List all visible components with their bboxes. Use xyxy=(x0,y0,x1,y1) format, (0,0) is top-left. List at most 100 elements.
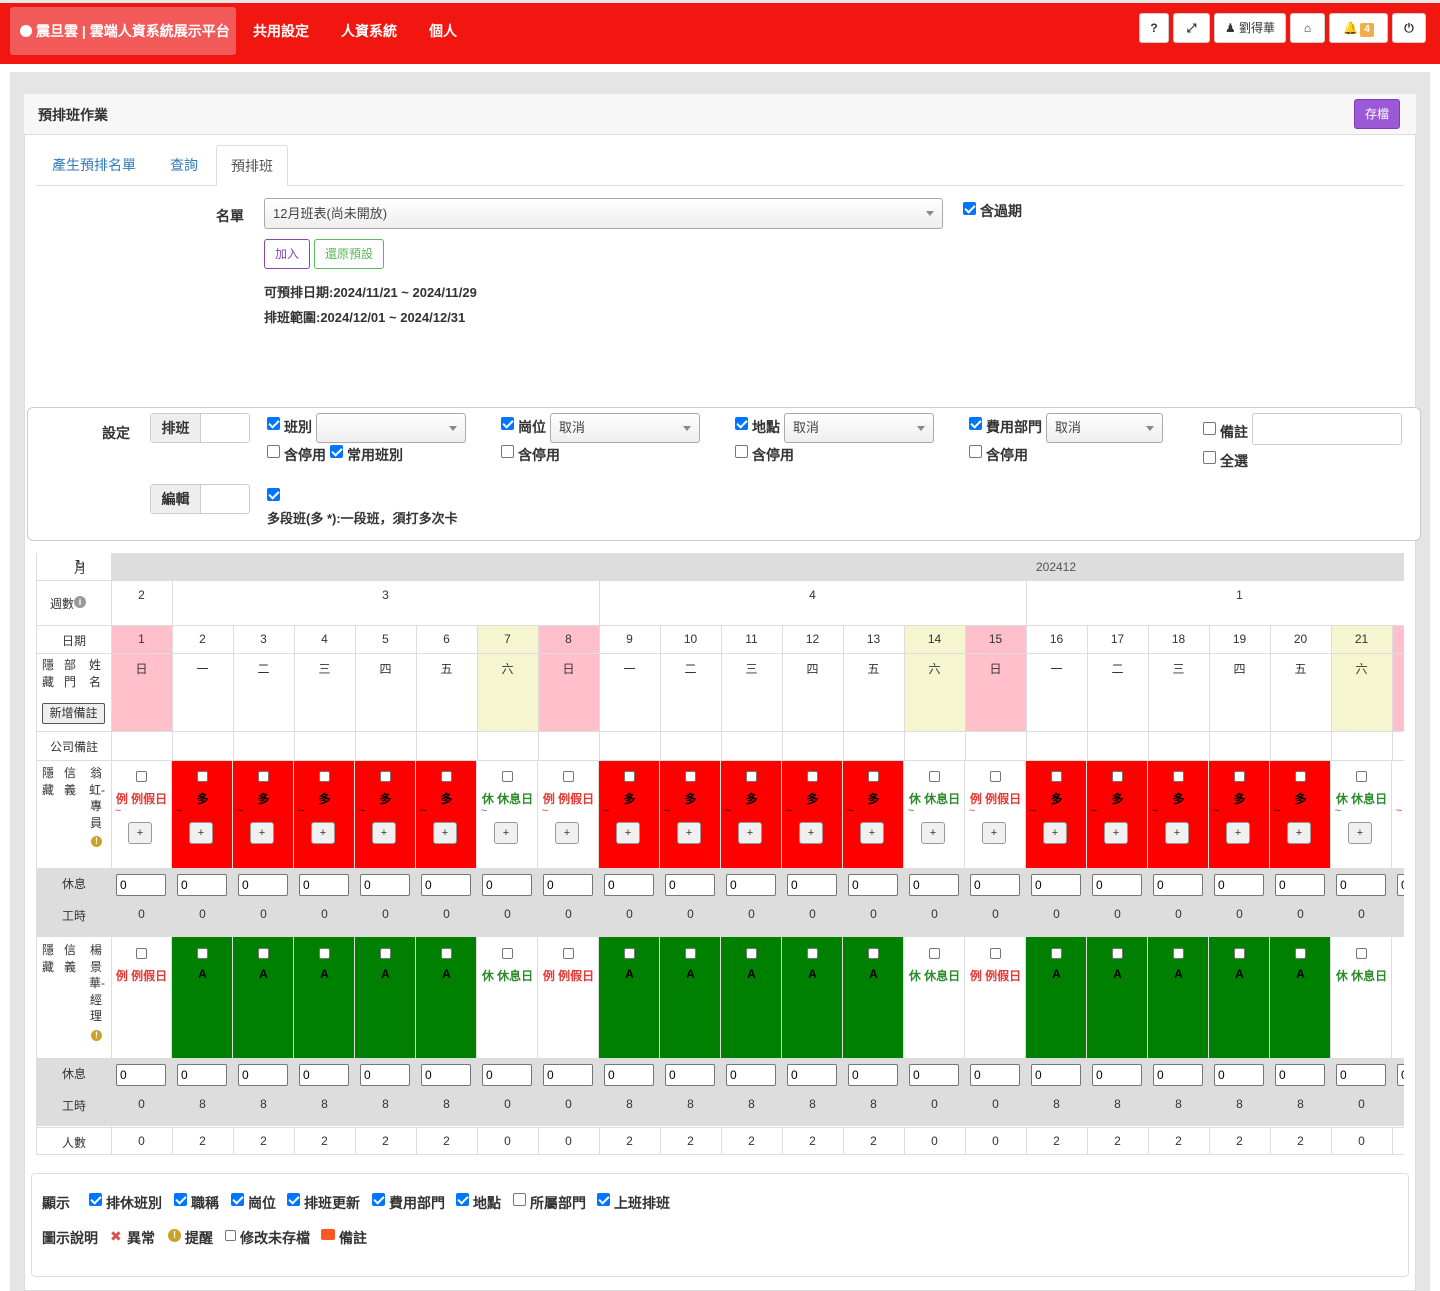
rest-input[interactable]: 0 xyxy=(238,1064,288,1086)
rest-input[interactable]: 0 xyxy=(909,874,959,896)
rest-input[interactable]: 0 xyxy=(116,1064,166,1086)
location-select[interactable]: 取消 xyxy=(784,413,934,443)
note-input[interactable] xyxy=(1252,413,1402,445)
tab-query[interactable]: 查詢 xyxy=(156,145,212,186)
rest-input[interactable]: 0 xyxy=(177,1064,227,1086)
rest-input[interactable]: 0 xyxy=(299,874,349,896)
shift-checkbox[interactable] xyxy=(807,948,818,959)
shift-checkbox[interactable] xyxy=(990,771,1001,782)
shift-checkbox[interactable] xyxy=(929,771,940,782)
shift-checkbox[interactable] xyxy=(1173,771,1184,782)
add-shift-button[interactable]: + xyxy=(921,822,945,844)
add-button[interactable]: 加入 xyxy=(264,239,310,269)
shift-checkbox[interactable] xyxy=(319,948,330,959)
shift-checkbox[interactable] xyxy=(868,948,879,959)
add-shift-button[interactable]: + xyxy=(311,822,335,844)
display-option-checkbox[interactable] xyxy=(456,1193,469,1206)
shift-checkbox[interactable] xyxy=(563,771,574,782)
select-all-checkbox[interactable] xyxy=(1203,451,1216,464)
add-shift-button[interactable]: + xyxy=(250,822,274,844)
rest-input[interactable]: 0 xyxy=(482,874,532,896)
display-option-checkbox[interactable] xyxy=(287,1193,300,1206)
rest-input[interactable]: 0 xyxy=(1153,1064,1203,1086)
shift-checkbox[interactable] xyxy=(258,948,269,959)
common-shift-checkbox[interactable] xyxy=(330,445,343,458)
rest-input[interactable]: 0 xyxy=(299,1064,349,1086)
add-shift-button[interactable]: + xyxy=(982,822,1006,844)
shift-checkbox[interactable] xyxy=(624,771,635,782)
display-option-checkbox[interactable] xyxy=(89,1193,102,1206)
rest-input[interactable]: 0 xyxy=(421,1064,471,1086)
rest-input[interactable]: 0 xyxy=(604,874,654,896)
include-expired-checkbox[interactable] xyxy=(963,202,976,215)
list-select[interactable]: 12月班表(尚未開放) xyxy=(264,198,943,229)
shift-checkbox[interactable] xyxy=(1112,948,1123,959)
rest-input[interactable]: 0 xyxy=(116,874,166,896)
shift-checkbox[interactable] xyxy=(197,771,208,782)
nav-hr-system[interactable]: 人資系統 xyxy=(341,7,397,55)
rest-input[interactable]: 0 xyxy=(848,874,898,896)
display-option-checkbox[interactable] xyxy=(174,1193,187,1206)
reset-default-button[interactable]: 還原預設 xyxy=(314,239,384,269)
shift-checkbox[interactable] xyxy=(868,771,879,782)
shift-checkbox[interactable] xyxy=(1173,948,1184,959)
shift-checkbox[interactable] xyxy=(1051,771,1062,782)
rest-input[interactable]: 0 xyxy=(787,874,837,896)
add-shift-button[interactable]: + xyxy=(433,822,457,844)
rest-input[interactable]: 0 xyxy=(360,874,410,896)
rest-input[interactable]: 0 xyxy=(970,874,1020,896)
location-checkbox[interactable] xyxy=(735,417,748,430)
shift-checkbox[interactable] xyxy=(502,771,513,782)
rest-input[interactable]: 0 xyxy=(421,874,471,896)
position-select[interactable]: 取消 xyxy=(550,413,700,443)
shift-select[interactable] xyxy=(316,413,466,443)
shift-checkbox[interactable] xyxy=(1356,948,1367,959)
shift-checkbox[interactable] xyxy=(685,948,696,959)
nav-personal[interactable]: 個人 xyxy=(429,7,457,55)
rest-input[interactable]: 0 xyxy=(1031,1064,1081,1086)
add-shift-button[interactable]: + xyxy=(677,822,701,844)
add-shift-button[interactable]: + xyxy=(1348,822,1372,844)
notification-button[interactable]: 🔔 4 xyxy=(1329,13,1388,43)
rest-input[interactable]: 0 xyxy=(360,1064,410,1086)
rest-input[interactable]: 0 xyxy=(665,874,715,896)
display-option-checkbox[interactable] xyxy=(231,1193,244,1206)
cost-dept-disabled-checkbox[interactable] xyxy=(969,445,982,458)
note-checkbox[interactable] xyxy=(1203,422,1216,435)
tab-preschedule[interactable]: 預排班 xyxy=(216,145,288,186)
add-shift-button[interactable]: + xyxy=(1226,822,1250,844)
rest-input[interactable]: 0 xyxy=(1397,1064,1404,1086)
shift-checkbox[interactable] xyxy=(624,948,635,959)
logout-button[interactable]: ⏻ xyxy=(1392,13,1426,43)
location-disabled-checkbox[interactable] xyxy=(735,445,748,458)
add-shift-button[interactable]: + xyxy=(738,822,762,844)
rest-input[interactable]: 0 xyxy=(1214,1064,1264,1086)
help-button[interactable]: ? xyxy=(1139,13,1169,43)
add-shift-button[interactable]: + xyxy=(1165,822,1189,844)
rest-input[interactable]: 0 xyxy=(1336,874,1386,896)
shift-checkbox[interactable] xyxy=(746,771,757,782)
add-note-button[interactable]: 新增備註 xyxy=(42,703,105,724)
shift-checkbox[interactable] xyxy=(441,771,452,782)
add-shift-button[interactable]: + xyxy=(616,822,640,844)
rest-input[interactable]: 0 xyxy=(604,1064,654,1086)
shift-checkbox[interactable] xyxy=(258,771,269,782)
shift-disabled-checkbox[interactable] xyxy=(267,445,280,458)
shift-cell[interactable] xyxy=(1392,937,1404,1058)
rest-input[interactable]: 0 xyxy=(726,1064,776,1086)
tab-generate-list[interactable]: 產生預排名單 xyxy=(38,145,150,186)
brand-logo[interactable]: 震旦雲 | 雲端人資系統展示平台 xyxy=(10,7,236,55)
rest-input[interactable]: 0 xyxy=(1397,874,1404,896)
rest-input[interactable]: 0 xyxy=(909,1064,959,1086)
shift-checkbox[interactable] xyxy=(1112,771,1123,782)
shift-checkbox[interactable] xyxy=(1051,948,1062,959)
shift-checkbox[interactable] xyxy=(319,771,330,782)
display-option-checkbox[interactable] xyxy=(372,1193,385,1206)
rest-input[interactable]: 0 xyxy=(1214,874,1264,896)
shift-checkbox[interactable] xyxy=(136,771,147,782)
rest-input[interactable]: 0 xyxy=(177,874,227,896)
add-shift-button[interactable]: + xyxy=(1104,822,1128,844)
edit-mode-field[interactable]: 編輯 xyxy=(150,484,250,514)
rest-input[interactable]: 0 xyxy=(848,1064,898,1086)
shift-checkbox[interactable] xyxy=(136,948,147,959)
